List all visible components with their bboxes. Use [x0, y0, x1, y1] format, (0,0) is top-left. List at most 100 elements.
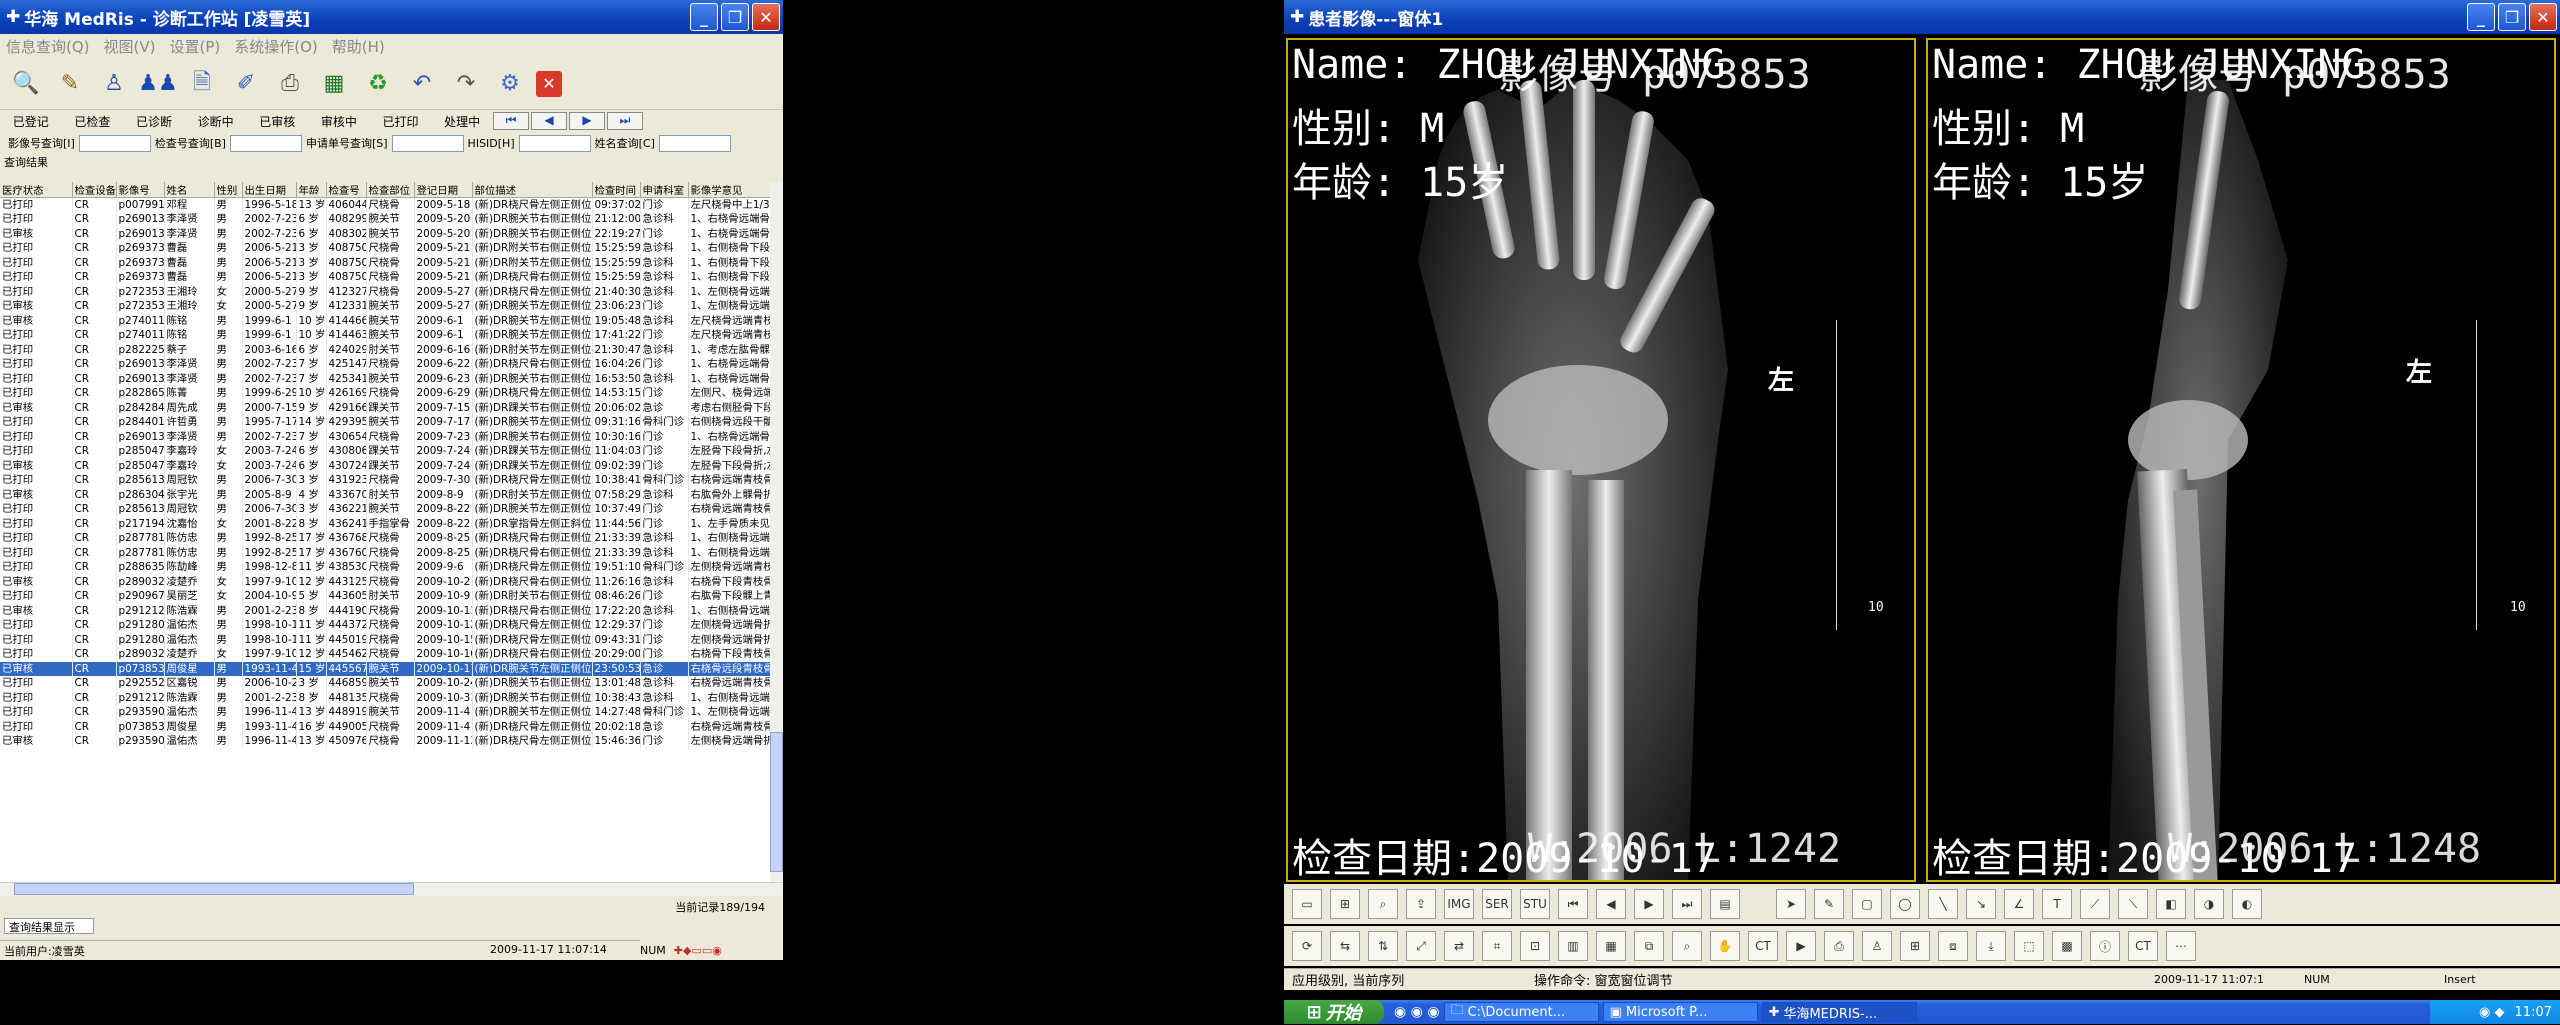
status-registered[interactable]: 已登记: [0, 113, 62, 130]
column-header[interactable]: 年龄: [296, 182, 327, 198]
sync-icon[interactable]: ⇄: [1444, 931, 1474, 961]
pencil-icon[interactable]: ✎: [1814, 889, 1844, 919]
table-row[interactable]: 已打印 CR p269373 曹磊男 2006-5-21 3 岁 408750 尺桡骨 2009…: [0, 241, 770, 256]
column-header[interactable]: 申请科室: [640, 182, 689, 198]
tray-icons-right[interactable]: ◉ ◆: [2479, 1005, 2504, 1020]
table-row[interactable]: 已打印CRp292552区嘉锐男2006-10-243 岁446859腕关节20…: [0, 676, 770, 691]
quicklaunch-icons[interactable]: ◉ ◉ ◉: [1394, 1004, 1440, 1020]
last-image-icon[interactable]: ⏭: [1672, 889, 1702, 919]
search-icon[interactable]: 🔍: [8, 66, 44, 102]
image-pane-ap[interactable]: Name: ZHOU JUNXING 影像号 p073853 性别: M 年龄:…: [1286, 38, 1916, 882]
task-medris[interactable]: ✚ 华海MEDRIS-...: [1761, 1002, 1917, 1022]
results-tab[interactable]: 查询结果显示: [4, 918, 94, 934]
menu-settings[interactable]: 设置(P): [169, 36, 220, 57]
ser-icon[interactable]: SER: [1482, 889, 1512, 919]
rotate-icon[interactable]: ⟳: [1292, 931, 1322, 961]
results-grid[interactable]: 医疗状态 检查设备 影像号 姓名 性别 出生日期 年龄 检查号 检查部位 登记日期 部位描述 检查时间…: [0, 182, 770, 882]
text-icon[interactable]: T: [2042, 889, 2072, 919]
status-checked[interactable]: 已检查: [62, 113, 124, 130]
exit-icon[interactable]: ✕: [536, 70, 562, 97]
prev-page-button[interactable]: ◀: [531, 112, 567, 130]
info-icon[interactable]: ⓘ: [2090, 931, 2120, 961]
open-image-icon[interactable]: ▭: [1292, 889, 1322, 919]
edit-icon[interactable]: ✎: [52, 66, 88, 102]
hisid-input[interactable]: [518, 134, 591, 152]
invert-icon[interactable]: ◧: [2156, 889, 2186, 919]
status-printed[interactable]: 已打印: [370, 113, 432, 130]
grid-vertical-scrollbar[interactable]: [770, 182, 783, 882]
table-row[interactable]: 已审核 CR p073853 周俊星男 1993-11-4 15 岁 445567 腕关节 20…: [0, 661, 770, 676]
table-row[interactable]: 已打印 CR p289032 凌楚乔女 1997-9-10 12 岁 445462 尺桡骨 20…: [0, 647, 770, 662]
task-explorer[interactable]: 🗀 C:\Document...: [1443, 1002, 1599, 1022]
last-page-button[interactable]: ⏭: [607, 112, 643, 130]
status-diagnosing[interactable]: 诊断中: [185, 113, 247, 130]
name-input[interactable]: [658, 134, 731, 152]
status-reviewing[interactable]: 审核中: [308, 113, 370, 130]
montage-icon[interactable]: ⧈: [1938, 931, 1968, 961]
lut-icon[interactable]: ▦: [1596, 931, 1626, 961]
table-row[interactable]: 已打印 CR p293590 温佑杰男 1996-11-4 13 岁 448919 腕关节 20…: [0, 705, 770, 720]
menu-query[interactable]: 信息查询(Q): [6, 36, 90, 57]
main-titlebar[interactable]: ✚ 华海 MedRis - 诊断工作站 [凌雪英] _ ❐ ✕: [0, 0, 783, 34]
next-page-button[interactable]: ▶: [569, 112, 605, 130]
column-header[interactable]: 检查时间: [592, 182, 641, 198]
table-row[interactable]: 已打印 CR p285613 周冠钦男 2006-7-30 3 岁 436221 腕关节 200…: [0, 502, 770, 517]
person-icon[interactable]: ♙: [96, 66, 132, 102]
table-row[interactable]: 已打印 CR p269013 李泽贤男 2002-7-23 6 岁 408299 腕关节 200…: [0, 212, 770, 227]
pan-icon[interactable]: ✋: [1710, 931, 1740, 961]
flip-v-icon[interactable]: ⇅: [1368, 931, 1398, 961]
layout-icon[interactable]: ⊞: [1330, 889, 1360, 919]
image-no-input[interactable]: [78, 134, 151, 152]
table-row[interactable]: 已审核 CR p289032 凌楚乔女 1997-9-10 12 岁 443125 尺桡骨 20…: [0, 574, 770, 589]
brush-icon[interactable]: ✐: [228, 66, 264, 102]
first-image-icon[interactable]: ⏮: [1558, 889, 1588, 919]
zoom-area-icon[interactable]: ⊡: [1520, 931, 1550, 961]
table-row[interactable]: 已打印 CR p073853 周俊星男 1993-11-4 16 岁 449005 尺桡骨 20…: [0, 719, 770, 734]
column-header[interactable]: 登记日期: [414, 182, 473, 198]
maximize-button[interactable]: ❐: [721, 3, 749, 31]
refresh-icon[interactable]: ♻: [360, 66, 396, 102]
undo-icon[interactable]: ↶: [404, 66, 440, 102]
table-row[interactable]: 已打印 CR p284401 许哲勇男 1995-7-17 14 岁 429395 腕关节 20…: [0, 415, 770, 430]
table-row[interactable]: 已审核 CR p272353 王湘玲女 2000-5-27 9 岁 412331 腕关节 200…: [0, 299, 770, 314]
column-header[interactable]: 检查号: [326, 182, 367, 198]
table-row[interactable]: 已打印 CR p290967 吴丽芝女 2004-10-9 5 岁 443605 肘关节 200…: [0, 589, 770, 604]
table-row[interactable]: 已打印 CR p269013 李泽贤男 2002-7-23 7 岁 425147 尺桡骨 200…: [0, 357, 770, 372]
export-icon[interactable]: ⤓: [1976, 931, 2006, 961]
table-row[interactable]: 已打印 CR p269373 曹磊男 2006-5-21 3 岁 408750 尺桡骨 2009…: [0, 255, 770, 270]
angle-icon[interactable]: ∠: [2004, 889, 2034, 919]
column-header[interactable]: 医疗状态: [0, 182, 73, 198]
ct2-icon[interactable]: CT: [2128, 931, 2158, 961]
cine-icon[interactable]: ▶: [1786, 931, 1816, 961]
print-icon[interactable]: ⎙: [272, 66, 308, 102]
table-row[interactable]: 已打印 CR p287781 陈仿忠男 1992-8-25 17 岁 436760 尺桡骨 20…: [0, 545, 770, 560]
mpr-icon[interactable]: ⬚: [2014, 931, 2044, 961]
task-powerpoint[interactable]: ▣ Microsoft P...: [1602, 1002, 1758, 1022]
status-diagnosed[interactable]: 已诊断: [123, 113, 185, 130]
column-header[interactable]: 部位描述: [472, 182, 593, 198]
column-header[interactable]: 影像号: [116, 182, 165, 198]
film-icon[interactable]: ▤: [1710, 889, 1740, 919]
ct-icon[interactable]: CT: [1748, 931, 1778, 961]
first-page-button[interactable]: ⏮: [493, 112, 529, 130]
print-film-icon[interactable]: ⎙: [1824, 931, 1854, 961]
arrow-icon[interactable]: ↘: [1966, 889, 1996, 919]
table-row[interactable]: 已打印 CR p285047 李嘉玲女 2003-7-24 6 岁 430806 踝关节 200…: [0, 444, 770, 459]
table-row[interactable]: 已打印 CR p291212 陈浩霖男 2001-2-23 8 岁 448135 尺桡骨 200…: [0, 690, 770, 705]
table-row[interactable]: 已打印 CR p282225 蔡子男 2003-6-16 6 岁 424029 肘关节 2009…: [0, 342, 770, 357]
more-icon[interactable]: ⋯: [2166, 931, 2196, 961]
menu-view[interactable]: 视图(V): [104, 36, 156, 57]
table-row[interactable]: 已审核 CR p293590 温佑杰男 1996-11-4 13 岁 450976 尺桡骨 20…: [0, 734, 770, 749]
mark-icon[interactable]: ▩: [2052, 931, 2082, 961]
magnify-icon[interactable]: ⌕: [1368, 889, 1398, 919]
crop-icon[interactable]: ⌗: [1482, 931, 1512, 961]
window-level-icon[interactable]: ▥: [1558, 931, 1588, 961]
table-row[interactable]: 已打印 CR p285613 周冠钦男 2006-7-30 3 岁 431923 尺桡骨 200…: [0, 473, 770, 488]
image-minimize-button[interactable]: _: [2467, 3, 2495, 31]
grid-horizontal-scrollbar[interactable]: [0, 882, 783, 896]
table-row[interactable]: 已打印 CR p282865 陈菁男 1999-6-29 10 岁 426169 尺桡骨 200…: [0, 386, 770, 401]
image-maximize-button[interactable]: ❐: [2498, 3, 2526, 31]
stu-icon[interactable]: STU: [1520, 889, 1550, 919]
copy-icon[interactable]: ⧉: [1634, 931, 1664, 961]
settings-icon[interactable]: ⚙: [492, 66, 528, 102]
